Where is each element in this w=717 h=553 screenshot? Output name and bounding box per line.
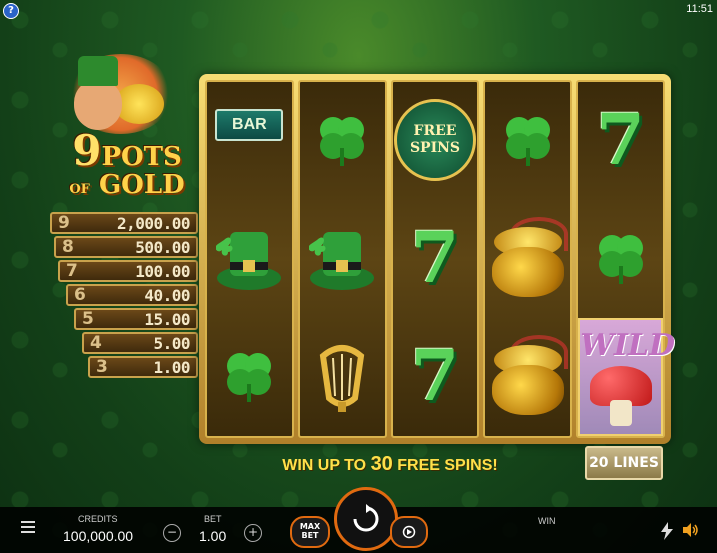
reel-4 <box>483 80 573 438</box>
leprechaun-hat-icon <box>78 56 118 86</box>
logo-nine: 9 <box>72 126 102 175</box>
logo-title: 9POTS OF GOLD <box>62 130 192 200</box>
free-spins-line1: FREE <box>413 123 457 140</box>
clover-icon <box>598 235 643 284</box>
paytable-row: 3 1.00 <box>88 356 198 378</box>
credits-label: CREDITS <box>78 514 118 524</box>
leprechaun-hat-icon <box>216 232 282 290</box>
reel-frame: BAR FREE SPINS 7 7 7 WILD <box>199 74 676 444</box>
seven-symbol: 7 <box>410 334 460 417</box>
reel-cell <box>485 318 570 434</box>
paytable-count: 4 <box>90 333 102 353</box>
bet-value: 1.00 <box>199 528 227 544</box>
paytable-value: 2,000.00 <box>116 214 191 233</box>
reel-cell <box>207 318 292 434</box>
logo-pots: POTS <box>101 142 182 172</box>
clover-icon <box>505 117 550 166</box>
reel-cell: BAR <box>207 82 292 198</box>
reel-cell: 7 <box>393 200 478 316</box>
autoplay-icon <box>402 525 416 539</box>
spin-icon <box>353 504 379 532</box>
bet-increase-button[interactable]: + <box>244 524 262 542</box>
seven-symbol: 7 <box>410 216 460 299</box>
paytable: 9 2,000.00 8 500.00 7 100.00 6 40.00 5 15.00 … <box>50 212 198 380</box>
promo-suffix: FREE SPINS! <box>397 457 498 474</box>
reel-cell: 7 <box>578 82 663 198</box>
paytable-row: 5 15.00 <box>74 308 198 330</box>
promo-prefix: WIN UP TO <box>282 457 367 474</box>
max-bet-button[interactable]: MAX BET <box>290 516 330 548</box>
sound-icon[interactable] <box>683 523 699 537</box>
logo-of: OF <box>69 182 90 197</box>
paytable-value: 1.00 <box>153 358 190 377</box>
spin-button[interactable] <box>334 487 398 551</box>
win-label: WIN <box>538 516 556 526</box>
reel-cell <box>300 318 385 434</box>
paytable-row: 7 100.00 <box>58 260 198 282</box>
free-spins-symbol: FREE SPINS <box>393 99 476 181</box>
paytable-count: 3 <box>96 357 108 377</box>
paytable-value: 40.00 <box>144 286 190 305</box>
paytable-row: 6 40.00 <box>66 284 198 306</box>
paytable-row: 9 2,000.00 <box>50 212 198 234</box>
paytable-row: 8 500.00 <box>54 236 198 258</box>
paytable-count: 9 <box>58 213 70 233</box>
paytable-count: 6 <box>74 285 86 305</box>
bar-symbol: BAR <box>215 109 284 141</box>
control-bar: CREDITS 100,000.00 − BET 1.00 + MAX BET … <box>0 487 717 553</box>
seven-symbol: 7 <box>596 98 645 181</box>
reel-cell <box>300 82 385 198</box>
reel-cell <box>578 200 663 316</box>
paytable-row: 4 5.00 <box>82 332 198 354</box>
credits-value: 100,000.00 <box>63 528 134 544</box>
paytable-value: 500.00 <box>135 238 190 257</box>
paytable-count: 7 <box>66 261 78 281</box>
reel-5: 7 WILD <box>576 80 676 438</box>
reel-2 <box>297 80 387 438</box>
paytable-value: 5.00 <box>153 334 190 353</box>
help-button[interactable]: ? <box>3 3 19 19</box>
clover-icon <box>320 117 365 166</box>
logo-gold: GOLD <box>98 170 185 200</box>
leprechaun-face-icon <box>74 80 122 130</box>
free-spins-promo: WIN UP TO 30 FREE SPINS! <box>240 453 540 476</box>
wild-label: WILD <box>580 328 676 363</box>
free-spins-line2: SPINS <box>409 140 461 156</box>
leprechaun-hat-icon <box>309 232 375 290</box>
pot-of-gold-icon <box>490 335 568 417</box>
turbo-icon[interactable] <box>661 522 673 540</box>
reels: BAR FREE SPINS 7 7 7 WILD <box>205 80 676 438</box>
autoplay-button[interactable] <box>390 516 428 548</box>
mushroom-stem <box>610 400 633 426</box>
paytable-value: 15.00 <box>144 310 190 329</box>
bet-label: BET <box>204 514 222 524</box>
reel-cell: FREE SPINS <box>393 82 478 198</box>
game-logo: 9POTS OF GOLD <box>62 50 192 210</box>
status-time: 11:51 <box>686 3 713 15</box>
menu-icon[interactable] <box>21 521 35 536</box>
reel-3: FREE SPINS 7 7 <box>390 80 480 438</box>
paytable-count: 8 <box>62 237 74 257</box>
promo-number: 30 <box>370 453 393 475</box>
lines-indicator: 20 LINES <box>585 446 663 480</box>
paytable-count: 5 <box>82 309 94 329</box>
reel-cell <box>485 200 570 316</box>
paytable-value: 100.00 <box>135 262 190 281</box>
reel-1: BAR <box>205 80 294 438</box>
reel-cell <box>300 200 385 316</box>
bet-decrease-button[interactable]: − <box>163 524 181 542</box>
reel-cell: 7 <box>393 318 478 434</box>
harp-icon <box>319 345 365 412</box>
pot-of-gold-icon <box>490 217 568 299</box>
reel-cell <box>485 82 570 198</box>
reel-cell <box>207 200 292 316</box>
wild-symbol: WILD <box>578 318 676 436</box>
clover-icon <box>227 353 272 402</box>
